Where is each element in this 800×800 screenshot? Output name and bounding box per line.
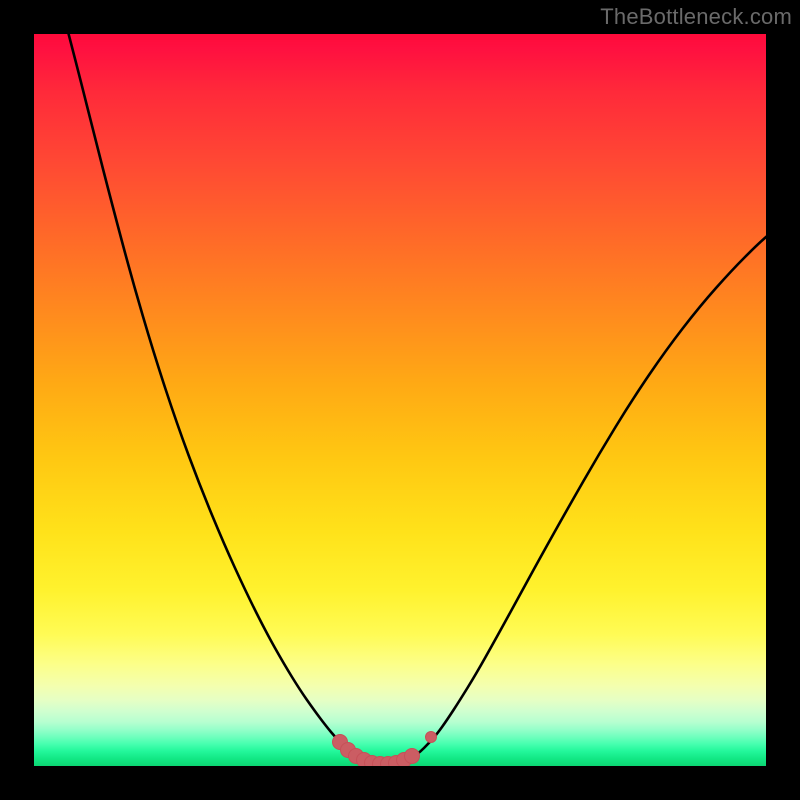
watermark-text: TheBottleneck.com bbox=[600, 4, 792, 30]
highlight-dot bbox=[405, 749, 420, 764]
chart-frame: TheBottleneck.com bbox=[0, 0, 800, 800]
highlight-dot bbox=[426, 732, 437, 743]
plot-area bbox=[34, 34, 766, 766]
chart-svg bbox=[34, 34, 766, 766]
bottleneck-curve bbox=[66, 34, 766, 765]
